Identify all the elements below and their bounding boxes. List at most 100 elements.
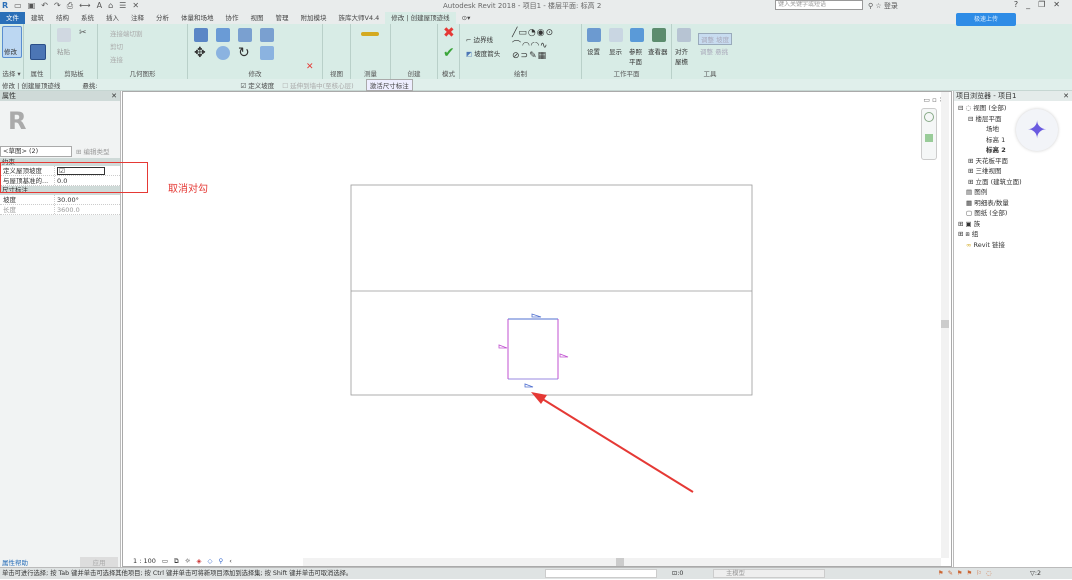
mirror-draw-icon[interactable] bbox=[260, 28, 274, 42]
tree-item-legends[interactable]: ▤ 图例 bbox=[958, 187, 1072, 198]
3d-view-icon[interactable]: ⌂ bbox=[108, 1, 113, 11]
paste-icon[interactable] bbox=[57, 28, 71, 42]
revit-logo-icon[interactable]: R bbox=[2, 1, 8, 11]
offset-icon[interactable] bbox=[216, 28, 230, 42]
binoculars-icon[interactable]: ⚲ ☆ bbox=[868, 2, 884, 10]
save-icon[interactable]: ▣ bbox=[28, 1, 36, 11]
panel-label[interactable]: 选择 ▾ bbox=[0, 68, 23, 78]
mirror-axis-icon[interactable] bbox=[238, 28, 252, 42]
move-icon[interactable]: ✥ bbox=[194, 46, 208, 60]
close-icon[interactable]: ✕ bbox=[1063, 91, 1069, 101]
set-button[interactable]: 设置 bbox=[587, 46, 600, 56]
detail-level-icon[interactable]: ▭ bbox=[162, 556, 168, 566]
search-input[interactable]: 键入关键字或短语 bbox=[775, 0, 863, 10]
tab-modify-roof-footprint[interactable]: 修改 | 创建屋顶迹线 bbox=[385, 12, 456, 24]
tab-systems[interactable]: 系统 bbox=[75, 12, 100, 24]
tab-family-library[interactable]: 族库大师V4.4 bbox=[333, 12, 386, 24]
adjust-overhang-button[interactable]: 调整 悬挑 bbox=[698, 46, 730, 56]
slope-arrow-button[interactable]: ◩ 坡度箭头 bbox=[466, 48, 500, 58]
tab-insert[interactable]: 插入 bbox=[100, 12, 125, 24]
tree-item-views[interactable]: ⊟ ◌ 视图 (全部) bbox=[958, 103, 1072, 114]
filter-icon[interactable]: ▽:2 bbox=[1030, 568, 1041, 580]
align-eaves-icon[interactable] bbox=[677, 28, 691, 42]
close-icon[interactable]: ✕ bbox=[1053, 0, 1068, 9]
close-icon[interactable]: ✕ bbox=[111, 91, 117, 101]
slope-symbol-icon[interactable] bbox=[531, 313, 542, 318]
ref-plane-icon[interactable] bbox=[630, 28, 644, 42]
tab-analyze[interactable]: 分析 bbox=[150, 12, 175, 24]
tab-collaborate[interactable]: 协作 bbox=[220, 12, 245, 24]
tab-massing[interactable]: 体量和场地 bbox=[175, 12, 220, 24]
undo-icon[interactable]: ↶ bbox=[41, 1, 48, 11]
boundary-line-button[interactable]: ⌐ 边界线 bbox=[466, 34, 493, 44]
trim-icon[interactable] bbox=[260, 46, 274, 60]
navigation-bar[interactable] bbox=[921, 108, 937, 160]
ref-plane-button[interactable]: 参照平面 bbox=[629, 46, 645, 66]
open-icon[interactable]: ▭ bbox=[14, 1, 22, 11]
slope-symbol-icon[interactable] bbox=[559, 353, 569, 358]
activate-dimensions-button[interactable]: 激活尺寸标注 bbox=[365, 78, 413, 91]
quick-access-toolbar[interactable]: R ▭ ▣ ↶ ↷ ⎙ ⟷ A ⌂ ☰ ✕ bbox=[0, 1, 139, 11]
design-option-selector[interactable]: 主模型 bbox=[713, 569, 825, 578]
copy-icon[interactable] bbox=[216, 46, 230, 60]
align-icon[interactable] bbox=[194, 28, 208, 42]
tree-item-ceiling-plans[interactable]: ⊞ 天花板平面 bbox=[958, 156, 1072, 167]
help-icon[interactable]: ? bbox=[1014, 0, 1026, 9]
redo-icon[interactable]: ↷ bbox=[54, 1, 61, 11]
type-selector[interactable]: <草图> (2) bbox=[0, 145, 72, 157]
tree-item-families[interactable]: ⊞ ▣ 族 bbox=[958, 219, 1072, 230]
cancel-edit-icon[interactable]: ✖ bbox=[443, 26, 457, 40]
horizontal-scrollbar[interactable] bbox=[303, 558, 941, 566]
extend-to-core-checkbox[interactable]: ☐ 延伸到墙中(至核心层) bbox=[282, 80, 353, 90]
drawing-area[interactable]: ▭ ▫ ✕ 1 : 100 ▭ ⧉ ☼ ◈ ◇ ⚲ ‹ bbox=[122, 91, 952, 567]
tab-manage[interactable]: 管理 bbox=[270, 12, 295, 24]
viewer-icon[interactable] bbox=[652, 28, 666, 42]
shadows-icon[interactable]: ◈ bbox=[197, 556, 202, 566]
tree-item-schedules[interactable]: ▦ 明细表/数量 bbox=[958, 198, 1072, 209]
thin-lines-icon[interactable]: ☰ bbox=[119, 1, 126, 11]
restore-icon[interactable]: ❐ bbox=[1038, 0, 1053, 9]
zoom-icon[interactable] bbox=[925, 134, 933, 142]
measure-icon[interactable]: ⟷ bbox=[79, 1, 90, 11]
measure-icon[interactable] bbox=[361, 32, 379, 36]
cope-button[interactable]: 连接端切割 bbox=[110, 28, 143, 38]
slope-symbol-icon[interactable] bbox=[524, 383, 534, 388]
tree-item-sheets[interactable]: ▢ 图纸 (全部) bbox=[958, 208, 1072, 219]
selection-controls[interactable]: ⚑✎⚑⚑⚐◌ bbox=[938, 568, 995, 580]
upload-button[interactable]: 极速上传 bbox=[956, 13, 1016, 26]
finish-edit-icon[interactable]: ✔ bbox=[443, 46, 457, 60]
view-scale[interactable]: 1 : 100 bbox=[133, 556, 156, 566]
tab-file[interactable]: 文件 bbox=[0, 12, 25, 24]
tree-item-groups[interactable]: ⊞ ⧈ 组 bbox=[958, 229, 1072, 240]
scrollbar-thumb[interactable] bbox=[616, 558, 624, 566]
show-workplane-icon[interactable] bbox=[609, 28, 623, 42]
hide-isolate-icon[interactable]: ⚲ bbox=[219, 556, 224, 566]
sun-path-icon[interactable]: ☼ bbox=[185, 556, 191, 566]
tab-architecture[interactable]: 建筑 bbox=[25, 12, 50, 24]
workset-selector[interactable] bbox=[545, 569, 657, 578]
adjust-slope-button[interactable]: 调整 坡度 bbox=[698, 33, 733, 45]
close-hidden-icon[interactable]: ✕ bbox=[132, 1, 139, 11]
crop-icon[interactable]: ◇ bbox=[208, 556, 213, 566]
tree-item-revit-links[interactable]: ∞ Revit 链接 bbox=[958, 240, 1072, 251]
cut-icon[interactable]: ✂ bbox=[79, 28, 89, 38]
set-workplane-icon[interactable] bbox=[587, 28, 601, 42]
tab-annotate[interactable]: 注释 bbox=[125, 12, 150, 24]
property-value[interactable]: 30.00° bbox=[55, 195, 120, 204]
tab-view[interactable]: 视图 bbox=[245, 12, 270, 24]
minimize-icon[interactable]: _ bbox=[1026, 0, 1038, 9]
tree-item-elevations[interactable]: ⊞ 立面 (建筑立面) bbox=[958, 177, 1072, 188]
apply-button[interactable]: 应用 bbox=[80, 556, 118, 567]
text-icon[interactable]: A bbox=[97, 1, 102, 11]
properties-help-link[interactable]: 属性帮助 bbox=[0, 557, 80, 567]
login-button[interactable]: ⚲ ☆ 登录 bbox=[868, 1, 898, 11]
visual-style-icon[interactable]: ⧉ bbox=[174, 556, 179, 566]
join-button[interactable]: 连接 bbox=[110, 54, 123, 64]
tab-addins[interactable]: 附加模块 bbox=[295, 12, 333, 24]
bird-logo-icon[interactable]: ✦ bbox=[1016, 109, 1058, 151]
print-icon[interactable]: ⎙ bbox=[67, 1, 73, 11]
tab-extra-icon[interactable]: ⊙▾ bbox=[456, 12, 477, 24]
reveal-icon[interactable]: ‹ bbox=[229, 556, 232, 566]
steering-wheel-icon[interactable] bbox=[924, 112, 934, 122]
draw-tools-gallery[interactable]: ╱▭◔◉⊙ ⌒◠◜◝∿ ⊘⊃✎▦ bbox=[512, 28, 554, 61]
